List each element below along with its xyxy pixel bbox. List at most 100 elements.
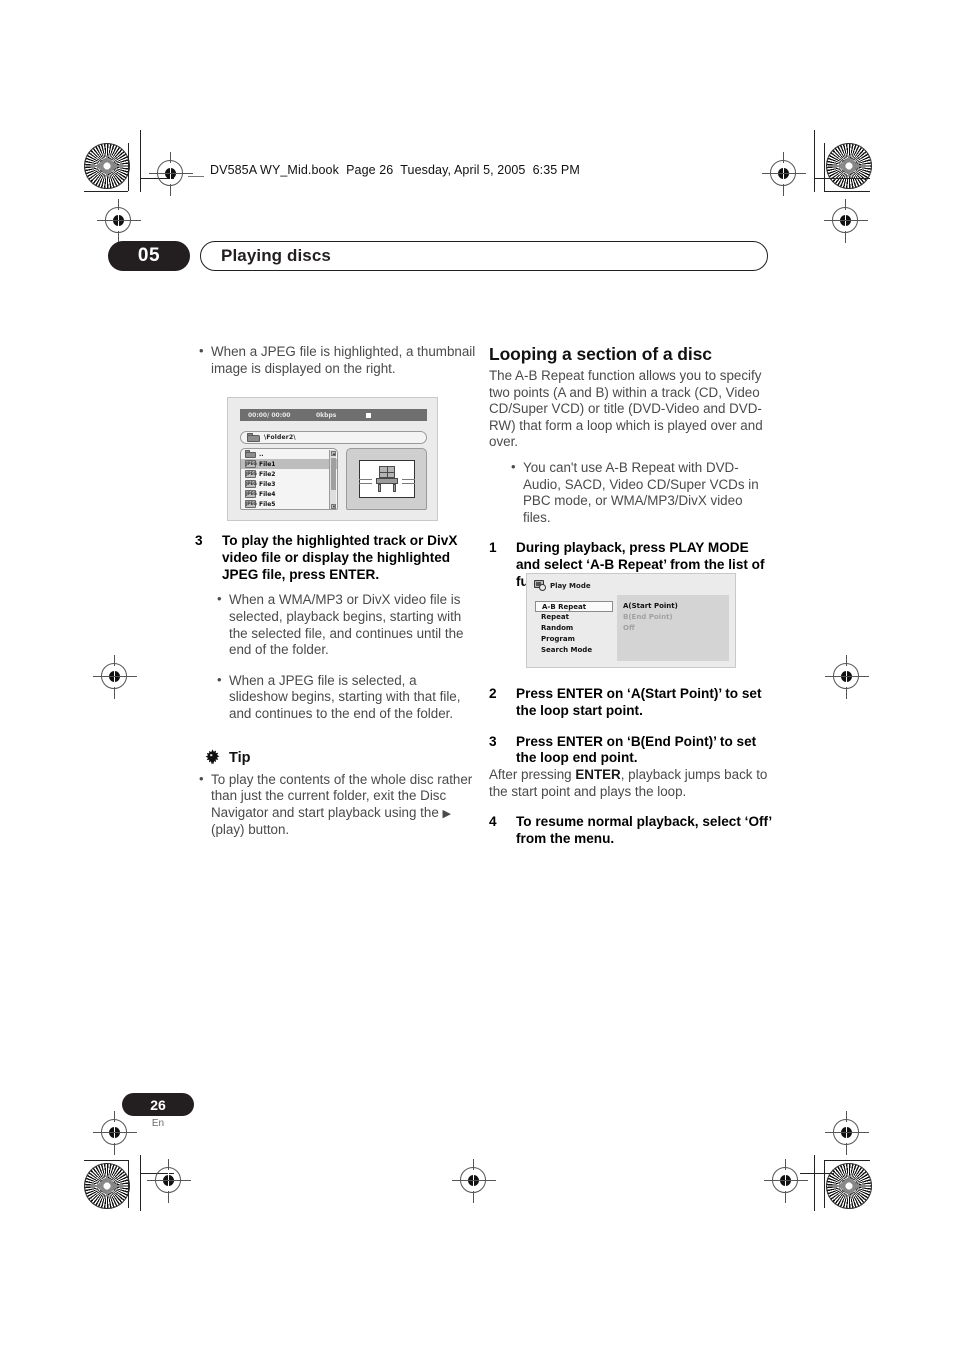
play-mode-title-text: Play Mode bbox=[550, 581, 591, 590]
bitrate-readout: 0kbps bbox=[316, 411, 337, 419]
section-heading: Looping a section of a disc bbox=[489, 344, 712, 364]
option-b-end-point[interactable]: B(End Point) bbox=[617, 612, 678, 623]
step-4-text: To resume normal playback, select ‘Off’ … bbox=[516, 814, 772, 847]
thumbnail-preview bbox=[346, 448, 427, 510]
jpeg-file-icon: JPEG bbox=[245, 470, 257, 478]
menu-item-search-mode[interactable]: Search Mode bbox=[535, 645, 613, 656]
tip-text-post: (play) button. bbox=[211, 822, 290, 838]
play-mode-title: Play Mode bbox=[534, 580, 591, 591]
registration-target-bottom-center bbox=[452, 1159, 496, 1203]
menu-item-random[interactable]: Random bbox=[535, 623, 613, 634]
step-3-number-right: 3 bbox=[489, 733, 497, 749]
scroll-down-icon[interactable]: ▼ bbox=[331, 504, 336, 509]
folder-path-text: \Folder2\ bbox=[264, 434, 296, 441]
tip-label: Tip bbox=[229, 750, 251, 767]
folder-icon bbox=[247, 433, 260, 442]
list-item-label: File1 bbox=[259, 460, 276, 468]
step-3-text: To play the highlighted track or DivX vi… bbox=[222, 533, 458, 582]
list-item[interactable]: JPEG File1 bbox=[241, 459, 337, 469]
step-3-bullet-2: When a JPEG file is selected, a slidesho… bbox=[213, 672, 478, 723]
step-3-heading: 3 To play the highlighted track or DivX … bbox=[195, 533, 478, 583]
registration-target-left-middle bbox=[93, 655, 137, 699]
page-language: En bbox=[151, 1118, 165, 1129]
playback-time: 00:00/ 00:00 bbox=[248, 411, 291, 419]
option-a-start-point[interactable]: A(Start Point) bbox=[617, 601, 678, 612]
crop-mark-bl-v bbox=[128, 1160, 129, 1208]
registration-target-top-right bbox=[762, 152, 806, 196]
registration-target-bottom-left bbox=[147, 1159, 191, 1203]
crop-mark-tl-h bbox=[84, 191, 128, 192]
list-item[interactable]: JPEG File3 bbox=[241, 479, 337, 489]
list-item[interactable]: JPEG File2 bbox=[241, 469, 337, 479]
file-list[interactable]: .. JPEG File1 JPEG File2 JPEG File3 JPEG… bbox=[240, 448, 338, 510]
folder-up-icon bbox=[245, 450, 256, 458]
right-column-lower: 2 Press ENTER on ‘A(Start Point)’ to set… bbox=[489, 686, 772, 848]
crop-mark-br-h2 bbox=[800, 1173, 834, 1174]
list-item[interactable]: JPEG File4 bbox=[241, 489, 337, 499]
registration-target-left-upper bbox=[97, 199, 141, 243]
play-mode-menu[interactable]: A-B Repeat Repeat Random Program Search … bbox=[535, 601, 613, 656]
chapter-number: 05 bbox=[108, 241, 190, 271]
folder-path-bar[interactable]: \Folder2\ bbox=[240, 431, 427, 444]
jpeg-file-icon: JPEG bbox=[245, 500, 257, 508]
crop-mark-tr-h2 bbox=[824, 191, 870, 192]
step-2-heading: 2 Press ENTER on ‘A(Start Point)’ to set… bbox=[489, 686, 772, 720]
list-item-label: File4 bbox=[259, 490, 276, 498]
crop-mark-br-v2 bbox=[814, 1155, 815, 1211]
section-intro: The A-B Repeat function allows you to sp… bbox=[489, 368, 763, 450]
registration-target-right-upper bbox=[824, 199, 868, 243]
jpeg-file-icon: JPEG bbox=[245, 460, 257, 468]
rosette-top-right bbox=[826, 143, 872, 189]
registration-target-top-left bbox=[149, 152, 193, 196]
play-mode-options-panel: A(Start Point) B(End Point) Off bbox=[617, 595, 729, 661]
crop-mark-bl-h bbox=[84, 1160, 128, 1161]
crop-mark-tl-v2 bbox=[140, 130, 141, 192]
crop-mark-tr-v2 bbox=[824, 143, 825, 191]
step-3-heading-right: 3 Press ENTER on ‘B(End Point)’ to set t… bbox=[489, 734, 772, 768]
step-2-number: 2 bbox=[489, 686, 497, 701]
rosette-bottom-right bbox=[826, 1163, 872, 1209]
list-item-label: File3 bbox=[259, 480, 276, 488]
tip-text-pre: To play the contents of the whole disc r… bbox=[211, 771, 473, 820]
disc-navigator-screenshot: 00:00/ 00:00 0kbps \Folder2\ .. JPEG Fil… bbox=[227, 397, 438, 521]
play-mode-icon bbox=[534, 580, 546, 591]
step-3-bullet-1: When a WMA/MP3 or DivX video file is sel… bbox=[213, 591, 478, 658]
jpeg-file-icon: JPEG bbox=[245, 480, 257, 488]
jpeg-file-icon: JPEG bbox=[245, 490, 257, 498]
menu-item-program[interactable]: Program bbox=[535, 634, 613, 645]
option-off[interactable]: Off bbox=[617, 623, 678, 634]
crop-mark-br-v bbox=[824, 1160, 825, 1208]
crop-mark-tl-v bbox=[128, 143, 129, 191]
crop-mark-tr-h bbox=[814, 178, 870, 179]
header-rule bbox=[188, 176, 204, 177]
step-3-number: 3 bbox=[195, 533, 203, 548]
registration-target-right-lower bbox=[825, 1111, 869, 1155]
play-mode-screenshot: Play Mode A-B Repeat Repeat Random Progr… bbox=[526, 573, 736, 668]
right-column: Looping a section of a disc The A-B Repe… bbox=[489, 344, 772, 591]
page-title: Playing discs bbox=[200, 241, 768, 271]
disc-navigator-status-bar: 00:00/ 00:00 0kbps bbox=[240, 409, 427, 421]
rosette-top-left bbox=[84, 143, 130, 189]
page-number-badge: 26 bbox=[122, 1093, 194, 1116]
left-column-lower: 3 To play the highlighted track or DivX … bbox=[195, 533, 478, 839]
chair-illustration bbox=[358, 466, 415, 492]
tip-bulb-icon bbox=[203, 748, 222, 768]
rosette-bottom-left bbox=[84, 1163, 130, 1209]
scrollbar-thumb[interactable] bbox=[331, 458, 336, 490]
list-item-label: File5 bbox=[259, 500, 276, 508]
step-4-heading: 4 To resume normal playback, select ‘Off… bbox=[489, 814, 772, 848]
step-2-text: Press ENTER on ‘A(Start Point)’ to set t… bbox=[516, 686, 762, 718]
book-header: DV585A WY_Mid.book Page 26 Tuesday, Apri… bbox=[210, 163, 580, 177]
crop-mark-tr-v bbox=[814, 130, 815, 192]
step-1-number: 1 bbox=[489, 540, 497, 556]
list-item[interactable]: JPEG File5 bbox=[241, 499, 337, 509]
list-item[interactable]: .. bbox=[241, 449, 337, 459]
file-list-scrollbar[interactable]: ▲ ▼ bbox=[329, 450, 336, 509]
scroll-up-icon[interactable]: ▲ bbox=[331, 451, 336, 456]
jpeg-thumbnail-note: When a JPEG file is highlighted, a thumb… bbox=[195, 343, 478, 377]
menu-item-repeat[interactable]: Repeat bbox=[535, 612, 613, 623]
list-item-label: File2 bbox=[259, 470, 276, 478]
step-3-note: After pressing ENTER, playback jumps bac… bbox=[489, 767, 772, 800]
menu-item-ab-repeat[interactable]: A-B Repeat bbox=[535, 601, 613, 612]
registration-target-bottom-right bbox=[764, 1159, 808, 1203]
